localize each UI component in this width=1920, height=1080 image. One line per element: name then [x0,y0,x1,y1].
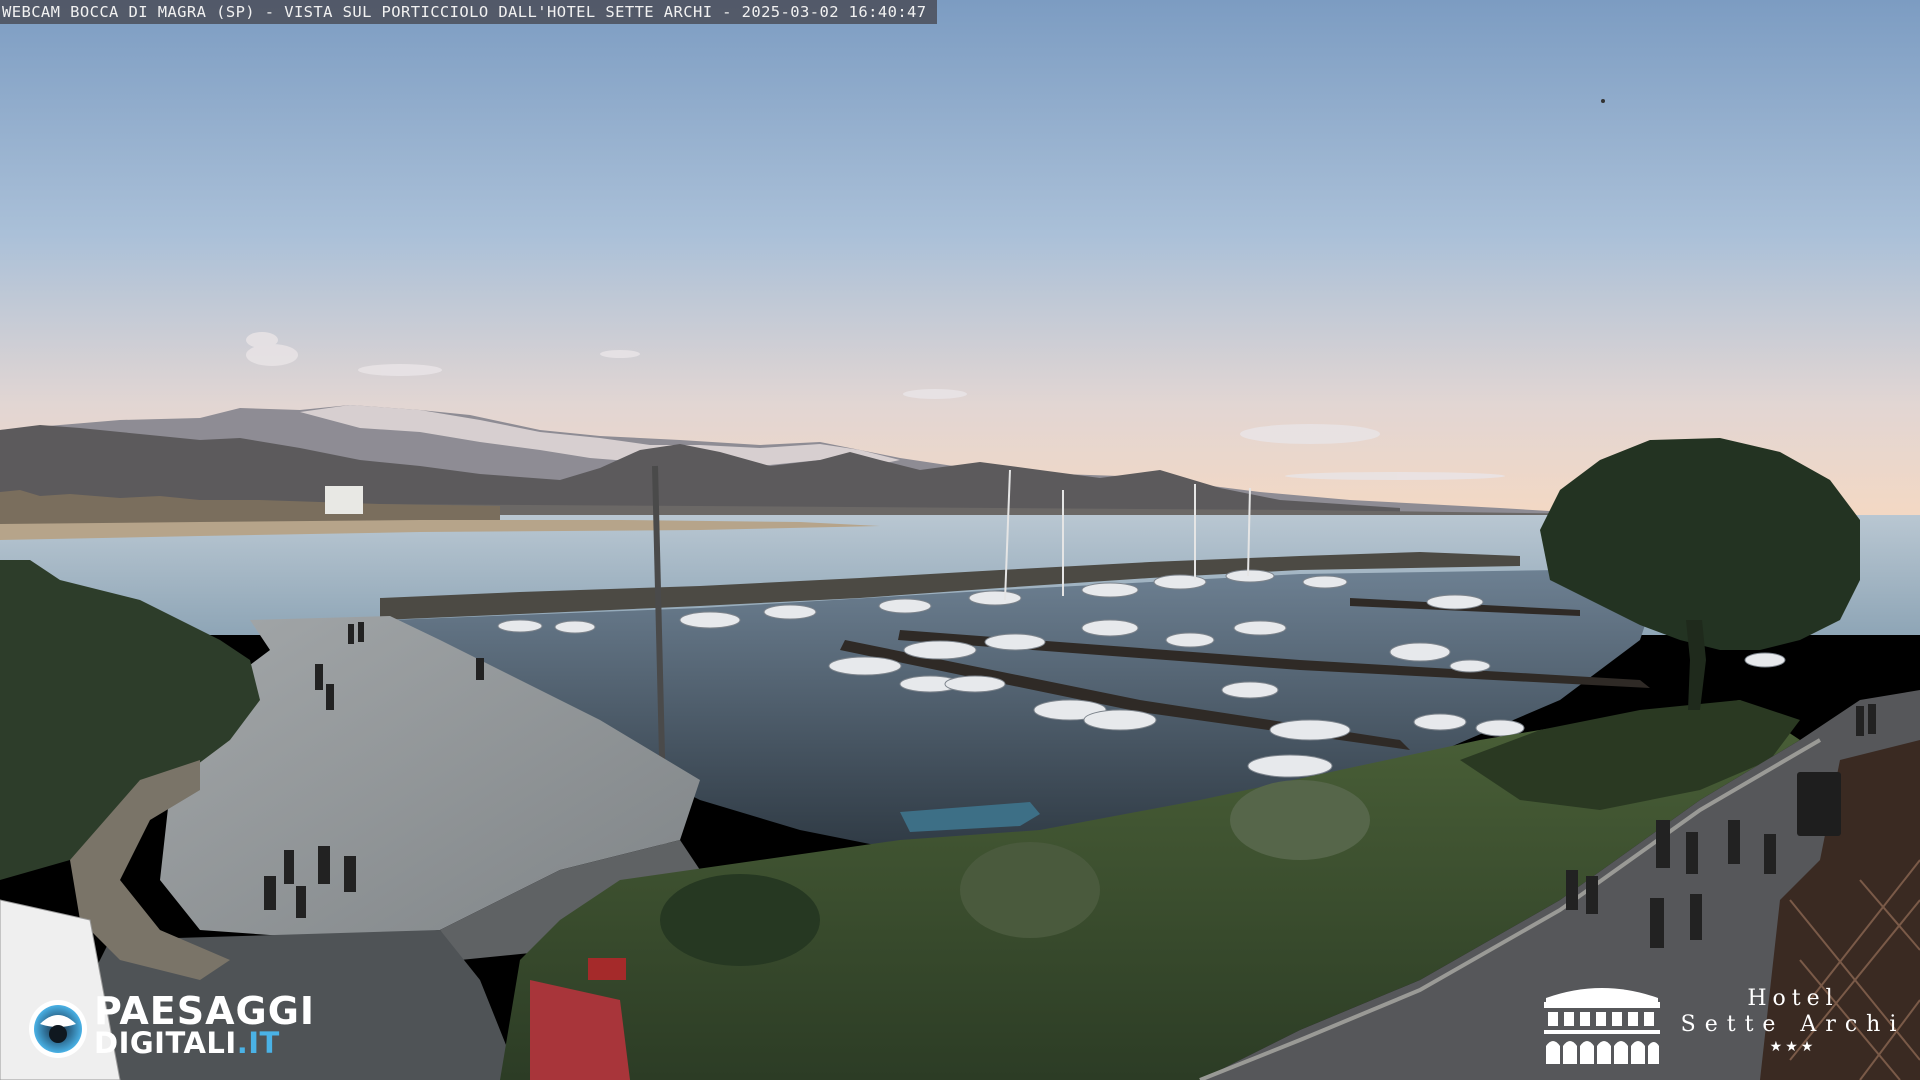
logo-paesaggi-text: PAESAGGI [94,989,316,1033]
hotel-sette-archi-logo: Hotel Sette Archi ★★★ [1536,978,1916,1074]
hotel-stars: ★★★ [1769,1039,1817,1055]
pine-trunk [1686,620,1706,710]
webcam-scene [0,0,1920,1080]
sign-board [1797,772,1841,836]
white-building [325,486,363,514]
hotel-building-icon [1544,988,1660,1064]
red-post [588,958,626,980]
olive-tree [960,842,1100,938]
olive-tree-2 [1230,780,1370,860]
logo-digitali-main: DIGITALI [94,1026,237,1060]
hotel-word: Hotel [1747,986,1839,1011]
bush [660,874,820,966]
bird [1601,99,1605,103]
logo-digitali-text: DIGITALI.IT [94,1027,315,1059]
hotel-sette-archi-text: Sette Archi [1680,1012,1906,1037]
paesaggi-digitali-logo: PAESAGGI DIGITALI.IT [28,992,315,1062]
logo-digitali-suffix: .IT [236,1026,280,1060]
hotel-name: Hotel Sette Archi ★★★ [1670,986,1916,1056]
webcam-caption: WEBCAM BOCCA DI MAGRA (SP) - VISTA SUL P… [0,0,937,24]
